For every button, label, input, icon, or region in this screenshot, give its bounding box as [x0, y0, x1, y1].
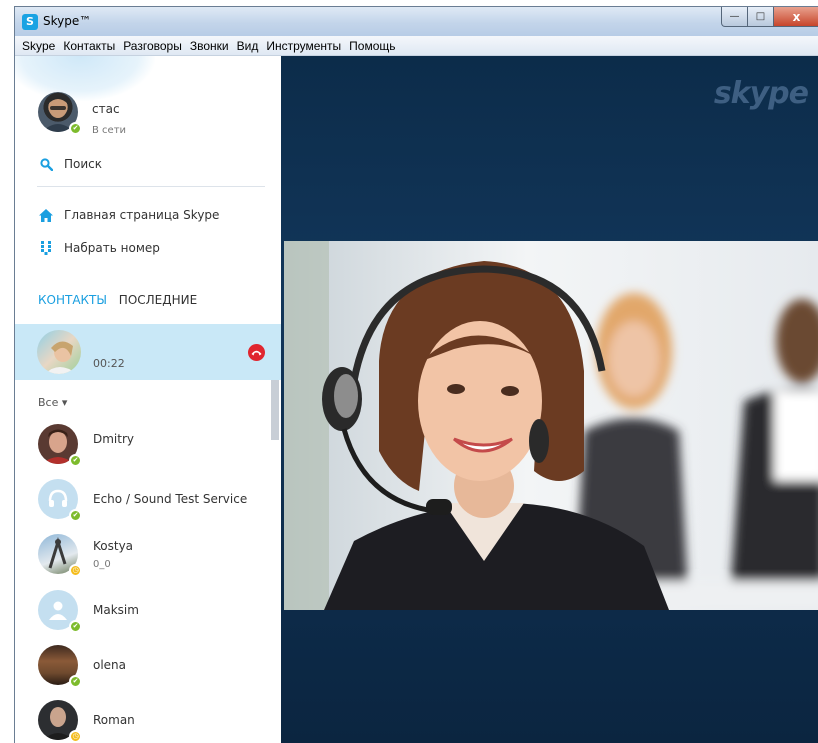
- call-duration: 00:22: [93, 357, 125, 370]
- search-divider: [37, 186, 265, 187]
- contact-avatar: ✔: [38, 424, 82, 467]
- away-status-icon: ◷: [69, 730, 82, 743]
- call-contact-photo: [37, 330, 81, 374]
- maximize-button[interactable]: □: [748, 7, 774, 27]
- menu-help[interactable]: Помощь: [349, 39, 395, 53]
- header-cloud-decoration: [15, 56, 155, 101]
- close-icon: x: [792, 9, 801, 24]
- dialpad-icon: [39, 241, 53, 255]
- search-icon: [39, 157, 53, 171]
- contact-item-olena[interactable]: ✔ olena: [15, 637, 271, 693]
- profile-name[interactable]: стас: [92, 102, 120, 116]
- dial-label: Набрать номер: [64, 241, 160, 255]
- tab-contacts[interactable]: КОНТАКТЫ: [38, 293, 107, 307]
- home-icon: [39, 208, 53, 222]
- search-row[interactable]: Поиск: [39, 157, 102, 171]
- video-feed[interactable]: [284, 241, 818, 610]
- home-page-link[interactable]: Главная страница Skype: [39, 208, 219, 222]
- contact-avatar: ✔: [38, 479, 82, 522]
- call-contact-avatar: [37, 330, 81, 374]
- contact-item-maksim[interactable]: ✔ Maksim: [15, 582, 271, 638]
- online-status-icon: ✔: [69, 620, 82, 633]
- active-call-item[interactable]: 00:22: [15, 324, 281, 380]
- contact-mood: 0_0: [93, 559, 111, 570]
- contact-name: Dmitry: [93, 432, 135, 446]
- contact-name: Kostya: [93, 539, 134, 553]
- contact-avatar: ◷: [38, 534, 82, 577]
- menu-bar: Skype Контакты Разговоры Звонки Вид Инст…: [15, 36, 818, 56]
- minimize-button[interactable]: —: [721, 7, 748, 27]
- contact-name: Roman: [93, 713, 135, 727]
- tab-recent[interactable]: ПОСЛЕДНИЕ: [119, 293, 197, 307]
- minimize-icon: —: [729, 11, 740, 22]
- contact-item-kostya[interactable]: ◷ Kostya 0_0: [15, 526, 271, 582]
- menu-conversations[interactable]: Разговоры: [123, 39, 182, 53]
- contact-tabs: КОНТАКТЫ ПОСЛЕДНИЕ: [38, 293, 197, 307]
- away-status-icon: ◷: [69, 564, 82, 577]
- sidebar: ✔ стас В сети Поиск Главная страница Sky…: [15, 56, 281, 743]
- menu-skype[interactable]: Skype: [22, 39, 55, 53]
- skype-logo: skype: [713, 76, 809, 111]
- search-label: Поиск: [64, 157, 103, 171]
- title-bar[interactable]: S Skype™ — □ x: [15, 7, 818, 36]
- online-status-icon: ✔: [69, 509, 82, 522]
- contact-item-echo[interactable]: ✔ Echo / Sound Test Service: [15, 471, 271, 527]
- contact-item-dmitry[interactable]: ✔ Dmitry: [15, 416, 271, 472]
- contact-avatar: ✔: [38, 590, 82, 633]
- contacts-filter-dropdown[interactable]: Все ▾: [38, 396, 67, 409]
- contact-item-roman[interactable]: ◷ Roman: [15, 692, 271, 743]
- online-status-icon: ✔: [69, 122, 82, 135]
- skype-window: S Skype™ — □ x Skype Контакты Разговоры …: [14, 6, 818, 743]
- profile-avatar[interactable]: ✔: [38, 92, 82, 135]
- online-status-icon: ✔: [69, 454, 82, 467]
- contact-name: Echo / Sound Test Service: [93, 492, 248, 506]
- close-button[interactable]: x: [774, 7, 818, 27]
- menu-tools[interactable]: Инструменты: [266, 39, 341, 53]
- video-frame-art: [284, 241, 818, 610]
- window-title: Skype™: [43, 14, 92, 28]
- home-label: Главная страница Skype: [64, 208, 220, 222]
- contact-avatar: ◷: [38, 700, 82, 743]
- contact-name: olena: [93, 658, 127, 672]
- window-controls: — □ x: [721, 7, 818, 27]
- hangup-button[interactable]: [248, 344, 265, 361]
- online-status-icon: ✔: [69, 675, 82, 688]
- contact-name: Maksim: [93, 603, 139, 617]
- menu-contacts[interactable]: Контакты: [63, 39, 115, 53]
- contact-avatar: ✔: [38, 645, 82, 688]
- skype-app-icon: S: [22, 14, 38, 30]
- menu-calls[interactable]: Звонки: [190, 39, 229, 53]
- menu-view[interactable]: Вид: [237, 39, 259, 53]
- profile-status[interactable]: В сети: [92, 125, 126, 136]
- call-stage: skype: [281, 56, 818, 743]
- hangup-icon: [251, 350, 262, 356]
- maximize-icon: □: [755, 11, 766, 22]
- dial-number-link[interactable]: Набрать номер: [39, 241, 160, 255]
- contacts-scrollbar[interactable]: [271, 380, 279, 440]
